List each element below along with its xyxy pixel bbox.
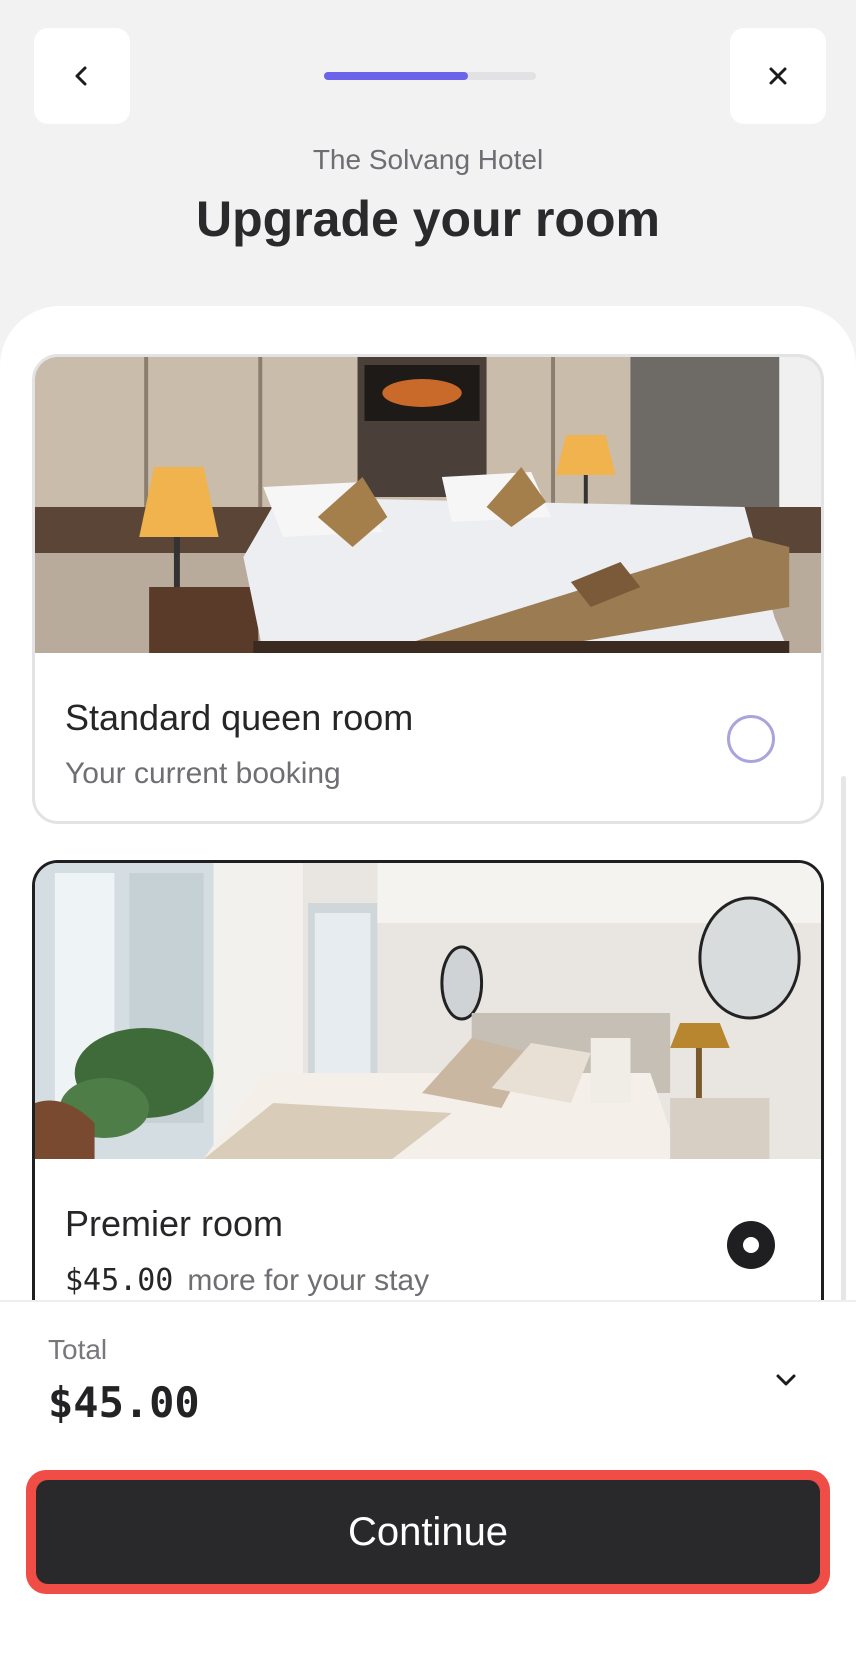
room-photo-premier <box>35 863 821 1159</box>
scrollbar[interactable] <box>841 776 846 1336</box>
chevron-left-icon <box>75 66 87 86</box>
progress-bar <box>324 72 536 80</box>
hotel-name: The Solvang Hotel <box>312 144 544 175</box>
back-button[interactable] <box>34 28 130 124</box>
room-name: Standard queen room <box>65 697 414 738</box>
room-option-standard[interactable]: Standard queen room Your current booking <box>32 354 824 824</box>
room-subtitle: Your current booking <box>65 757 341 791</box>
expand-total-button[interactable] <box>768 1362 804 1398</box>
continue-button[interactable]: Continue <box>36 1480 820 1584</box>
chevron-down-icon <box>776 1374 796 1386</box>
room-name: Premier room <box>65 1203 284 1244</box>
radio-selected-dot <box>743 1237 759 1253</box>
progress-fill <box>324 72 469 80</box>
room-subtitle: $45.00 more for your stay <box>65 1263 429 1298</box>
checkout-footer: Total $45.00 Continue <box>0 1300 856 1680</box>
upgrade-price-note: more for your stay <box>187 1264 430 1297</box>
total-value: $45.00 <box>48 1378 200 1427</box>
close-icon <box>769 67 787 85</box>
current-booking-label: Your current booking <box>65 757 341 790</box>
close-button[interactable] <box>730 28 826 124</box>
page-title: Upgrade your room <box>196 191 660 247</box>
upgrade-price: $45.00 <box>65 1263 174 1298</box>
continue-highlight: Continue <box>26 1470 830 1594</box>
room-radio-standard[interactable] <box>727 715 775 763</box>
room-radio-premier[interactable] <box>727 1221 775 1269</box>
total-label: Total <box>48 1334 108 1365</box>
room-photo-standard <box>35 357 821 653</box>
